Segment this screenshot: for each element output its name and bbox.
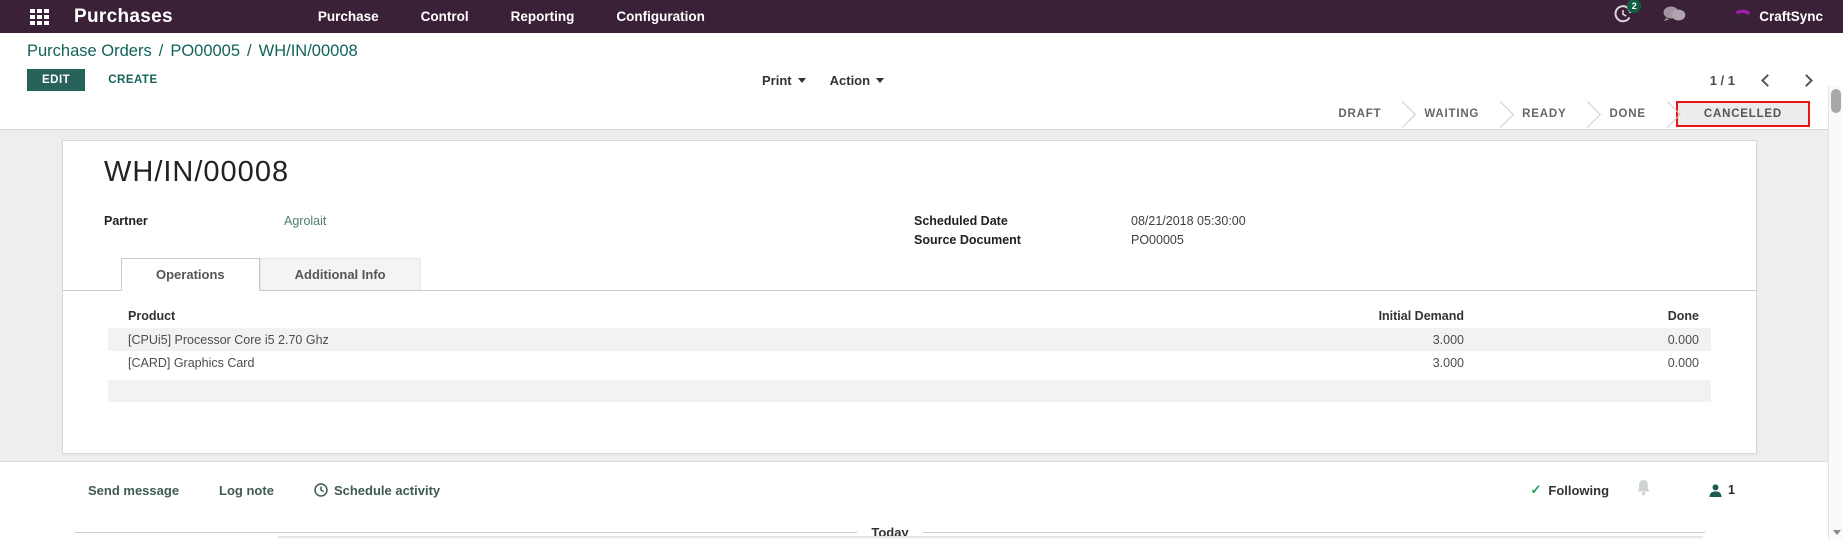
breadcrumb-po00005[interactable]: PO00005: [170, 42, 240, 60]
clock-icon: [314, 483, 328, 497]
create-button[interactable]: CREATE: [108, 74, 157, 86]
source-document-value: PO00005: [1131, 233, 1184, 247]
cell-done: 0.000: [1667, 355, 1699, 370]
activity-menu-icon[interactable]: 2: [1613, 0, 1642, 29]
partner-value-link[interactable]: Agrolait: [284, 212, 326, 231]
stage-chevron-icon: [1574, 100, 1602, 128]
edit-button[interactable]: EDIT: [27, 69, 86, 91]
form-view-background: WH/IN/00008 Partner Agrolait Scheduled D…: [0, 130, 1843, 462]
following-button[interactable]: ✓ Following: [1530, 482, 1609, 498]
schedule-activity-label: Schedule activity: [333, 482, 441, 498]
following-label: Following: [1548, 482, 1610, 498]
caret-down-icon: [797, 78, 806, 83]
schedule-activity-button[interactable]: Schedule activity: [314, 483, 440, 498]
top-navbar: Purchases Purchase Control Reporting Con…: [0, 0, 1843, 33]
cell-product: [CPUi5] Processor Core i5 2.70 Ghz: [128, 332, 329, 347]
column-header-product: Product: [128, 308, 176, 323]
form-sheet: WH/IN/00008 Partner Agrolait Scheduled D…: [62, 140, 1757, 454]
stage-cancelled-active[interactable]: CANCELLED: [1675, 101, 1810, 127]
cell-initial-demand: 3.000: [1432, 332, 1464, 347]
user-name: CraftSync: [1759, 9, 1823, 24]
pager: 1 / 1: [1709, 73, 1813, 88]
table-row[interactable]: [CPUi5] Processor Core i5 2.70 Ghz 3.000…: [108, 328, 1711, 351]
control-panel: Purchase Orders / PO00005 / WH/IN/00008 EDIT…: [0, 33, 1843, 99]
user-menu[interactable]: CraftSync: [1734, 9, 1823, 24]
breadcrumb-current: WH/IN/00008: [258, 42, 358, 60]
messages-icon[interactable]: [1663, 6, 1686, 27]
scrollbar-down-arrow-icon[interactable]: [1833, 530, 1841, 535]
source-document-label: Source Document: [914, 233, 1021, 247]
bell-icon: [1637, 480, 1650, 496]
scrollbar-thumb[interactable]: [1831, 89, 1841, 113]
breadcrumb-separator: /: [158, 42, 164, 60]
print-dropdown[interactable]: Print: [762, 73, 806, 88]
field-source-document: Source Document PO00005: [914, 231, 1246, 250]
pager-next-icon[interactable]: [1800, 74, 1813, 87]
person-icon: [1709, 483, 1722, 497]
table-row-empty: [108, 380, 1711, 402]
action-label: Action: [829, 73, 871, 88]
nav-item-reporting[interactable]: Reporting: [511, 9, 575, 24]
cell-initial-demand: 3.000: [1432, 355, 1464, 370]
divider-line: [75, 532, 858, 533]
tab-additional-info[interactable]: Additional Info: [259, 258, 421, 290]
vertical-scrollbar[interactable]: [1828, 86, 1843, 539]
speech-bubbles-icon: [1663, 6, 1686, 21]
tab-operations[interactable]: Operations: [121, 258, 260, 291]
scheduled-date-label: Scheduled Date: [914, 214, 1008, 228]
pager-value: 1 / 1: [1709, 73, 1735, 88]
log-note-button[interactable]: Log note: [219, 483, 274, 498]
follower-count: 1: [1728, 483, 1735, 497]
field-group-right: Scheduled Date 08/21/2018 05:30:00 Sourc…: [914, 212, 1246, 250]
breadcrumb: Purchase Orders / PO00005 / WH/IN/00008: [27, 42, 1843, 61]
chatter-toolbar: Send message Log note Schedule activity …: [0, 479, 1843, 501]
field-scheduled-date: Scheduled Date 08/21/2018 05:30:00: [914, 212, 1246, 231]
record-title: WH/IN/00008: [104, 156, 290, 188]
cell-done: 0.000: [1667, 332, 1699, 347]
breadcrumb-purchase-orders[interactable]: Purchase Orders: [27, 42, 152, 60]
nav-menu: Purchase Control Reporting Configuration: [318, 9, 747, 24]
check-icon: ✓: [1530, 482, 1542, 497]
navbar-right: 2 CraftSync: [1613, 0, 1823, 29]
operations-table: Product Initial Demand Done [CPUi5] Proc…: [108, 303, 1711, 402]
activity-count-badge: 2: [1627, 0, 1642, 13]
table-header-row: Product Initial Demand Done: [108, 303, 1711, 328]
table-row[interactable]: [CARD] Graphics Card 3.000 0.000: [108, 351, 1711, 374]
stage-chevron-icon: [1487, 100, 1515, 128]
stage-chevron-icon: [1389, 100, 1417, 128]
chatter: Send message Log note Schedule activity …: [0, 462, 1843, 539]
cell-product: [CARD] Graphics Card: [128, 355, 255, 370]
followers-button[interactable]: 1: [1709, 483, 1735, 497]
control-panel-buttons: EDIT CREATE: [27, 68, 1843, 92]
breadcrumb-separator: /: [247, 42, 252, 60]
notebook-tabs: Operations Additional Info: [63, 258, 1756, 291]
nav-item-control[interactable]: Control: [421, 9, 469, 24]
divider-line: [922, 532, 1706, 533]
print-label: Print: [762, 73, 792, 88]
statusbar: DRAFT WAITING READY DONE CANCELLED: [0, 99, 1843, 130]
send-message-button[interactable]: Send message: [88, 483, 179, 498]
purchases-app-page: Purchases Purchase Control Reporting Con…: [0, 0, 1843, 539]
nav-item-configuration[interactable]: Configuration: [616, 9, 704, 24]
scheduled-date-value: 08/21/2018 05:30:00: [1131, 214, 1246, 228]
column-header-done: Done: [1667, 308, 1699, 323]
app-name: Purchases: [74, 5, 173, 27]
action-dropdowns: Print Action: [762, 73, 908, 88]
caret-down-icon: [876, 78, 885, 83]
field-groups: Partner Agrolait Scheduled Date 08/21/20…: [63, 212, 1756, 247]
company-logo-icon: [1734, 9, 1751, 24]
pager-previous-icon[interactable]: [1761, 74, 1774, 87]
apps-menu-icon[interactable]: [30, 8, 49, 25]
action-dropdown[interactable]: Action: [829, 73, 885, 88]
partner-label: Partner: [104, 214, 148, 228]
nav-item-purchase[interactable]: Purchase: [318, 9, 379, 24]
column-header-initial-demand: Initial Demand: [1378, 308, 1464, 323]
follow-bell-icon[interactable]: [1636, 479, 1651, 501]
